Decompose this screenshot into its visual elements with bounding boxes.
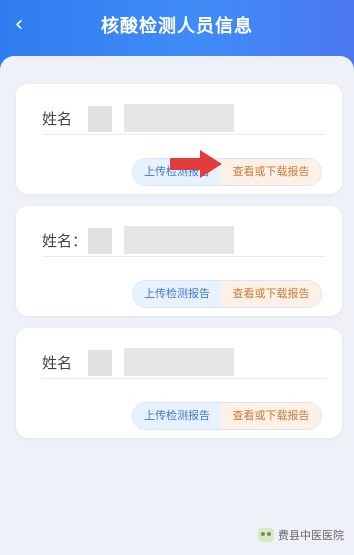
watermark-text: 费县中医医院 — [278, 529, 344, 542]
upload-report-button[interactable]: 上传检测报告 — [133, 403, 221, 429]
redacted-name — [88, 228, 112, 254]
redacted-name — [88, 106, 112, 132]
watermark: 费县中医医院 — [258, 527, 344, 543]
action-buttons: 上传检测报告 查看或下载报告 — [133, 281, 321, 307]
redacted-id — [124, 348, 234, 376]
view-download-button[interactable]: 查看或下载报告 — [221, 403, 321, 429]
upload-report-button[interactable]: 上传检测报告 — [133, 281, 221, 307]
redacted-id — [124, 104, 234, 132]
view-download-button[interactable]: 查看或下载报告 — [221, 281, 321, 307]
name-row: 姓名： — [42, 222, 326, 257]
name-row: 姓名 — [42, 100, 326, 135]
name-row: 姓名 — [42, 344, 326, 379]
page-title: 核酸检测人员信息 — [101, 16, 253, 37]
wechat-icon — [258, 528, 274, 542]
pointer-arrow-icon — [170, 150, 222, 178]
name-label: 姓名： — [42, 232, 88, 250]
record-card: 姓名： 上传检测报告 查看或下载报告 — [16, 206, 342, 316]
view-download-button[interactable]: 查看或下载报告 — [221, 159, 321, 185]
name-label: 姓名 — [42, 110, 73, 128]
record-card: 姓名 上传检测报告 查看或下载报告 — [16, 328, 342, 438]
action-buttons: 上传检测报告 查看或下载报告 — [133, 159, 321, 185]
name-label: 姓名 — [42, 354, 73, 372]
redacted-id — [124, 226, 234, 254]
redacted-name — [88, 350, 112, 376]
action-buttons: 上传检测报告 查看或下载报告 — [133, 403, 321, 429]
